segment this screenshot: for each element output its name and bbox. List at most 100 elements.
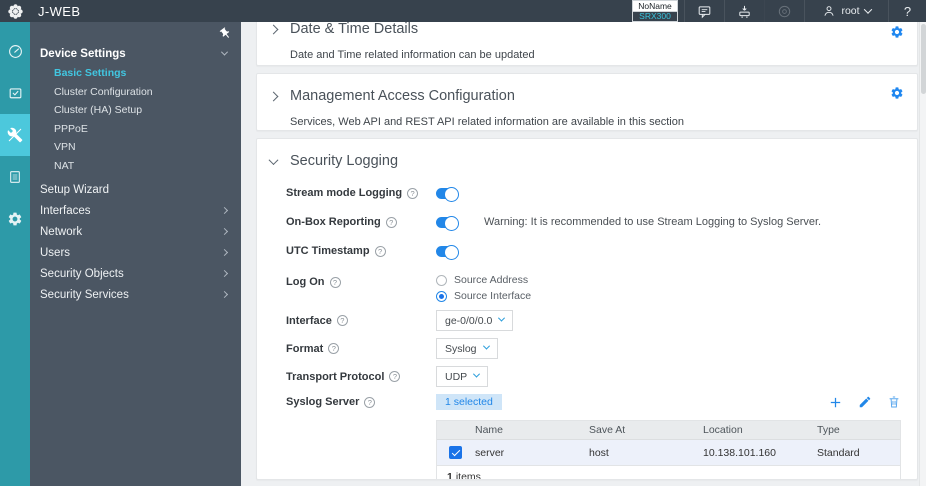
sidebar-item-basic-settings[interactable]: Basic Settings (30, 64, 241, 83)
sidebar-item-users[interactable]: Users (30, 242, 241, 263)
table-header-row: Name Save At Location Type (437, 421, 900, 440)
app-header: J-WEB NoName SRX300 root ? (0, 0, 926, 22)
onbox-reporting-toggle[interactable] (436, 215, 459, 231)
interface-select[interactable]: ge-0/0/0.0 (436, 310, 514, 331)
juniper-logo-icon (0, 0, 30, 22)
section-security-logging: Security Logging Stream mode Logging ? O… (256, 138, 918, 480)
utc-timestamp-toggle[interactable] (436, 244, 459, 260)
chevron-right-icon[interactable] (268, 87, 279, 105)
sidebar-item-cluster-ha-setup[interactable]: Cluster (HA) Setup (30, 101, 241, 120)
user-menu[interactable]: root (804, 0, 888, 22)
column-header-save-at[interactable]: Save At (587, 424, 701, 436)
monitor-check-icon (7, 85, 24, 102)
chevron-right-icon (220, 227, 229, 236)
field-label: UTC Timestamp (286, 245, 370, 257)
app-title: J-WEB (38, 3, 81, 19)
sidebar-item-vpn[interactable]: VPN (30, 138, 241, 157)
table-row[interactable]: server host 10.138.101.160 Standard (437, 440, 900, 466)
device-name: NoName (633, 1, 677, 11)
items-label: items (455, 471, 481, 480)
cell-type: Standard (817, 446, 860, 459)
sidebar-item-security-services[interactable]: Security Services (30, 284, 241, 305)
transport-protocol-select[interactable]: UDP (436, 366, 489, 387)
help-button[interactable]: ? (888, 0, 926, 22)
chevron-right-icon[interactable] (268, 22, 279, 38)
section-management-access: Management Access Configuration Services… (256, 73, 918, 131)
chevron-right-icon (220, 290, 229, 299)
commit-icon (737, 4, 752, 19)
chevron-down-icon[interactable] (268, 152, 279, 170)
feedback-button[interactable] (684, 0, 724, 22)
field-label: Syslog Server (286, 396, 360, 408)
report-document-icon (7, 169, 23, 185)
items-count: 1 (447, 471, 453, 480)
delete-syslog-server-button[interactable] (887, 395, 901, 409)
rail-item-configure[interactable] (0, 114, 30, 156)
section-subtitle: Date and Time related information can be… (290, 49, 535, 61)
rail-item-monitor[interactable] (0, 72, 30, 114)
help-icon[interactable]: ? (385, 216, 397, 228)
scrollbar-thumb[interactable] (921, 24, 926, 94)
field-label: Stream mode Logging (286, 187, 403, 199)
syslog-server-table: Name Save At Location Type server host 1… (436, 420, 901, 480)
table-footer: 1 items (437, 466, 900, 480)
chevron-right-icon (220, 248, 229, 257)
commit-button[interactable] (724, 0, 764, 22)
sidebar-item-network[interactable]: Network (30, 221, 241, 242)
selection-count-badge: 1 selected (436, 394, 502, 410)
column-header-type[interactable]: Type (815, 424, 900, 436)
radio-source-address[interactable]: Source Address (436, 274, 531, 286)
field-interface: Interface ? ge-0/0/0.0 (286, 310, 901, 331)
sidebar-item-interfaces[interactable]: Interfaces (30, 200, 241, 221)
status-button[interactable] (764, 0, 804, 22)
cell-location: 10.138.101.160 (703, 446, 776, 459)
field-stream-mode-logging: Stream mode Logging ? (286, 186, 901, 202)
stream-mode-toggle[interactable] (436, 186, 459, 202)
sidebar-item-pppoe[interactable]: PPPoE (30, 120, 241, 139)
chevron-right-icon (220, 269, 229, 278)
sidebar-item-cluster-configuration[interactable]: Cluster Configuration (30, 83, 241, 102)
add-syslog-server-button[interactable] (828, 395, 843, 410)
help-icon[interactable]: ? (389, 371, 401, 382)
icon-rail (0, 22, 30, 486)
sidebar-item-security-objects[interactable]: Security Objects (30, 263, 241, 284)
pin-sidebar-button[interactable] (219, 27, 232, 40)
format-select[interactable]: Syslog (436, 338, 498, 359)
section-title[interactable]: Date & Time Details (290, 22, 418, 37)
chevron-down-icon (863, 5, 872, 14)
edit-syslog-server-button[interactable] (858, 395, 872, 409)
help-icon[interactable]: ? (329, 276, 341, 288)
help-icon[interactable]: ? (336, 315, 348, 326)
dashboard-gauge-icon (7, 43, 24, 60)
sidebar-item-setup-wizard[interactable]: Setup Wizard (30, 179, 241, 200)
section-date-time: Date & Time Details Date and Time relate… (256, 22, 918, 66)
help-icon[interactable]: ? (364, 396, 376, 408)
field-label: Interface (286, 314, 332, 327)
device-model: SRX300 (633, 11, 677, 21)
status-circle-icon (777, 4, 792, 19)
feedback-icon (697, 4, 712, 19)
field-format: Format ? Syslog (286, 338, 901, 359)
user-icon (822, 4, 836, 18)
column-header-location[interactable]: Location (701, 424, 815, 436)
field-label: Log On (286, 276, 325, 288)
rail-item-reports[interactable] (0, 156, 30, 198)
section-settings-gear-icon[interactable] (890, 86, 904, 100)
help-icon[interactable]: ? (374, 245, 386, 257)
section-subtitle: Services, Web API and REST API related i… (290, 116, 684, 128)
sidebar-item-device-settings[interactable]: Device Settings (30, 43, 241, 64)
row-checkbox[interactable] (448, 446, 462, 459)
sidebar-item-nat[interactable]: NAT (30, 157, 241, 176)
chevron-down-icon (482, 342, 490, 350)
help-icon[interactable]: ? (328, 343, 340, 354)
rail-item-dashboard[interactable] (0, 30, 30, 72)
section-title[interactable]: Security Logging (290, 153, 398, 169)
section-title[interactable]: Management Access Configuration (290, 88, 515, 104)
section-settings-gear-icon[interactable] (890, 25, 904, 39)
rail-item-administration[interactable] (0, 198, 30, 240)
column-header-name[interactable]: Name (473, 424, 587, 436)
help-icon[interactable]: ? (407, 187, 419, 199)
radio-source-interface[interactable]: Source Interface (436, 290, 531, 302)
vertical-scrollbar[interactable] (919, 22, 926, 486)
cell-name: server (475, 446, 505, 459)
